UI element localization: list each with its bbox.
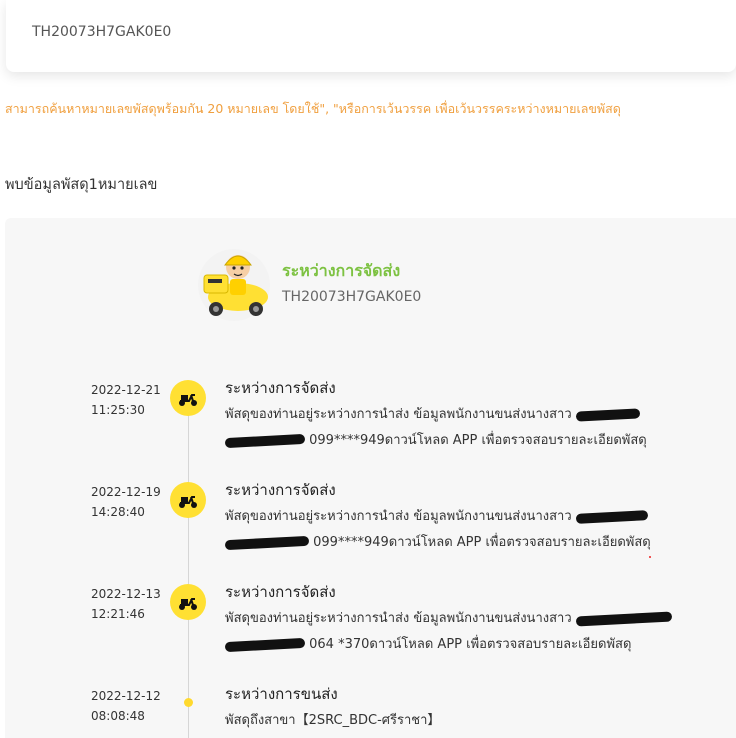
scooter-icon xyxy=(170,380,206,416)
event-description: พัสดุถึงสาขา【2SRC_BDC-ศรีราชา】 xyxy=(225,713,441,728)
event-description: พัสดุของท่านอยู่ระหว่างการนำส่ง ข้อมูลพน… xyxy=(224,407,647,448)
courier-mascot-icon xyxy=(198,249,270,321)
event-date: 2022-12-13 12:21:46 xyxy=(91,587,161,621)
search-hint: สามารถค้นหาหมายเลขพัสดุพร้อมกัน 20 หมายเ… xyxy=(5,101,621,116)
result-panel: ระหว่างการจัดส่ง TH20073H7GAK0E0 2022-12… xyxy=(5,218,736,738)
event-description: พัสดุของท่านอยู่ระหว่างการนำส่ง ข้อมูลพน… xyxy=(224,606,705,658)
status-tracking-number: TH20073H7GAK0E0 xyxy=(282,289,422,305)
event-title: ระหว่างการจัดส่ง xyxy=(225,583,336,601)
event-date: 2022-12-21 11:25:30 xyxy=(91,383,161,417)
found-count-text: พบข้อมูลพัสดุ1หมายเลข xyxy=(5,177,158,193)
event-title: ระหว่างการจัดส่ง xyxy=(225,379,336,397)
status-title: ระหว่างการจัดส่ง xyxy=(282,261,401,280)
timeline-line xyxy=(188,408,189,738)
tracking-input-value[interactable]: TH20073H7GAK0E0 xyxy=(32,24,171,40)
event-title: ระหว่างการขนส่ง xyxy=(225,685,338,703)
stray-red-dot xyxy=(649,556,651,558)
dot-icon xyxy=(184,698,193,707)
scooter-icon xyxy=(170,482,206,518)
event-description: พัสดุของท่านอยู่ระหว่างการนำส่ง ข้อมูลพน… xyxy=(224,509,651,550)
event-date: 2022-12-19 14:28:40 xyxy=(91,485,161,519)
scooter-icon xyxy=(170,584,206,620)
event-title: ระหว่างการจัดส่ง xyxy=(225,481,336,499)
event-date: 2022-12-12 08:08:48 xyxy=(91,689,161,723)
tracking-input-card[interactable]: TH20073H7GAK0E0 xyxy=(6,0,736,72)
